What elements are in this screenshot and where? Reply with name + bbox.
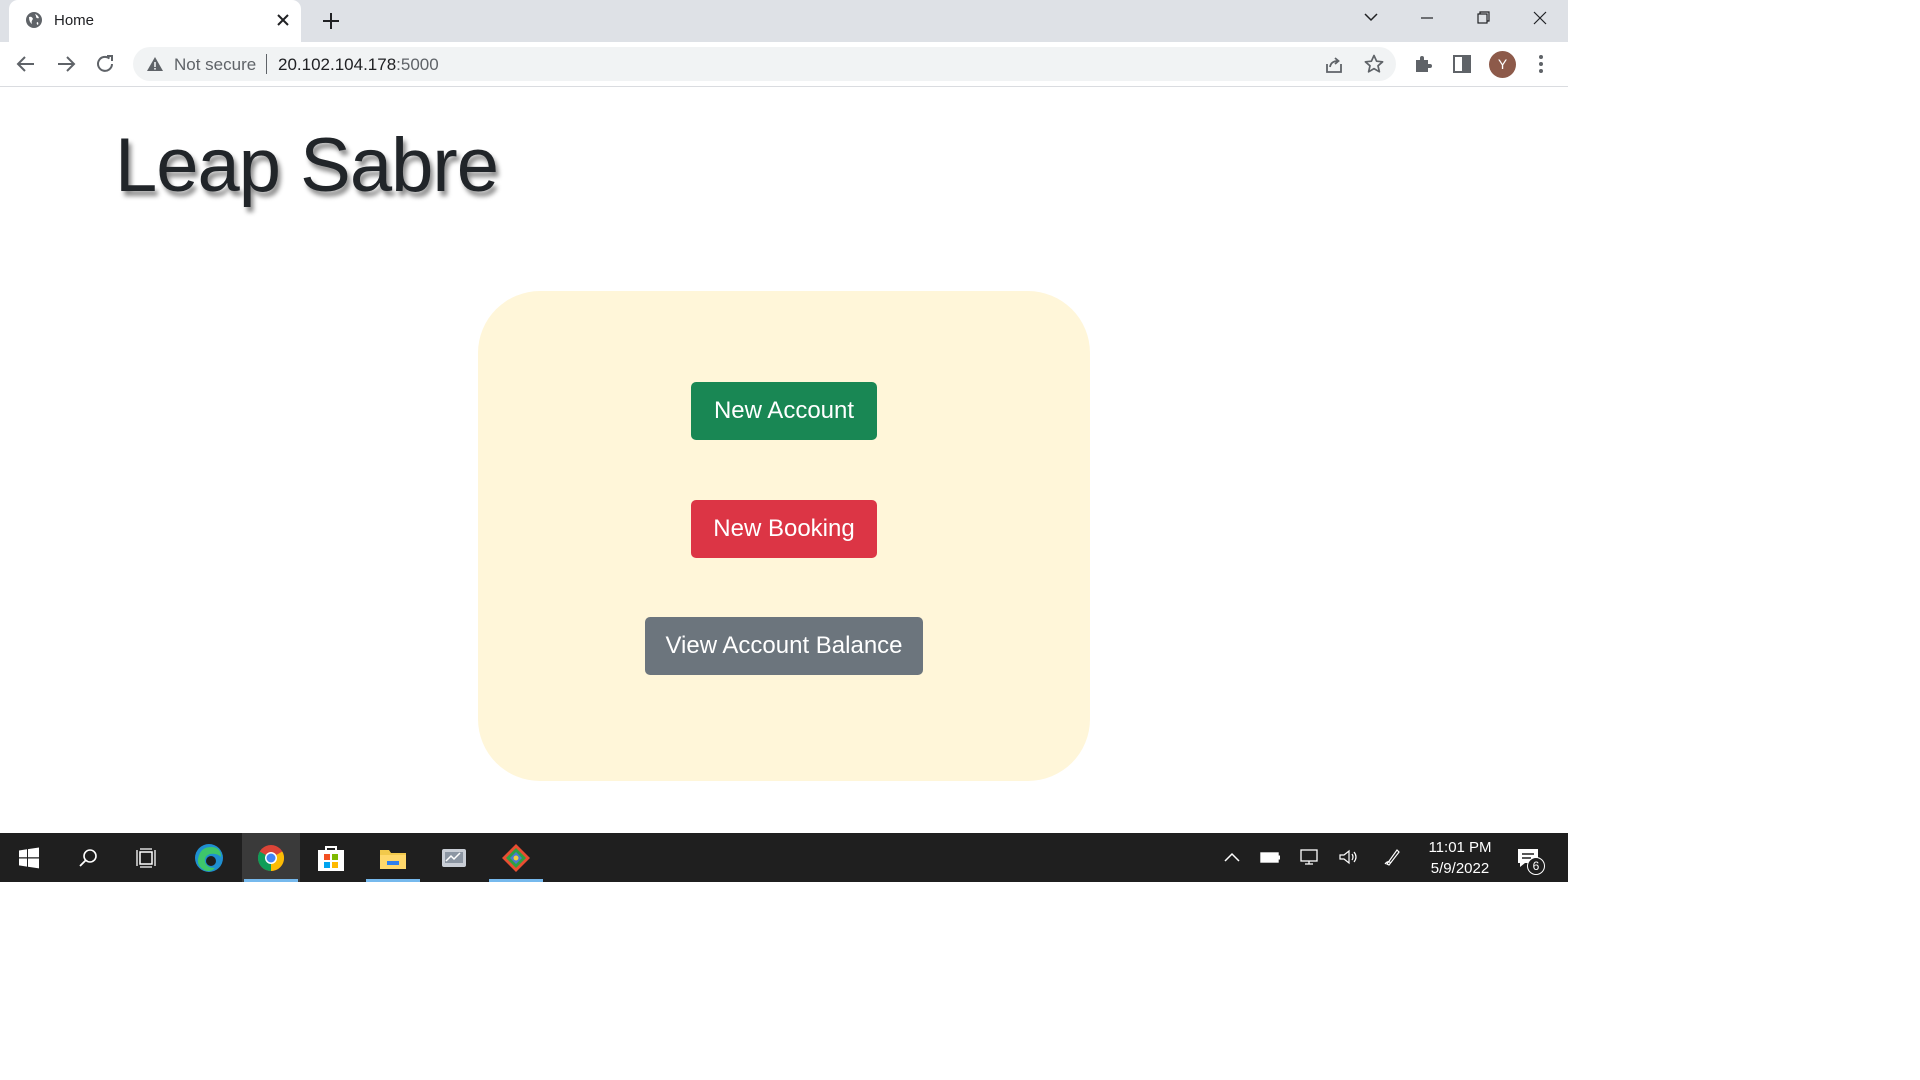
folder-icon	[380, 849, 406, 869]
tab-strip: Home	[0, 0, 1568, 42]
new-tab-icon[interactable]	[320, 10, 342, 32]
browser-tab-home[interactable]: Home	[9, 0, 301, 42]
pen-ink-icon[interactable]	[1382, 847, 1404, 867]
omnibox-divider	[266, 54, 267, 74]
clock-time: 11:01 PM	[1428, 839, 1492, 856]
taskbar-app-git[interactable]	[487, 833, 545, 882]
task-view-icon	[136, 847, 156, 868]
side-panel-icon[interactable]	[1450, 52, 1474, 76]
start-button[interactable]	[0, 833, 58, 882]
browser-toolbar: Not secure 20.102.104.178:5000 Y	[0, 42, 1568, 87]
system-clock[interactable]: 11:01 PM 5/9/2022	[1410, 837, 1510, 879]
page-title: Leap Sabre	[115, 123, 499, 208]
minimize-icon[interactable]	[1413, 7, 1441, 29]
url-text[interactable]: 20.102.104.178:5000	[278, 55, 439, 75]
address-bar[interactable]: Not secure 20.102.104.178:5000	[133, 47, 1396, 81]
volume-icon[interactable]	[1337, 847, 1359, 867]
system-utility-icon	[442, 848, 466, 867]
notification-count-badge: 6	[1527, 857, 1545, 875]
close-window-icon[interactable]	[1526, 7, 1554, 29]
chevron-up-icon[interactable]	[1221, 847, 1243, 867]
store-bag-icon	[318, 845, 344, 871]
reload-icon[interactable]	[93, 52, 117, 76]
restore-icon[interactable]	[1469, 7, 1497, 29]
view-account-balance-button[interactable]: View Account Balance	[645, 617, 923, 675]
windows-taskbar: 11:01 PM 5/9/2022	[0, 833, 1568, 882]
url-host: 20.102.104.178	[278, 55, 397, 74]
actions-panel: New Account New Booking View Account Bal…	[478, 291, 1090, 781]
share-icon[interactable]	[1323, 54, 1345, 76]
back-arrow-icon[interactable]	[14, 52, 38, 76]
taskbar-search-button[interactable]	[59, 833, 117, 882]
edge-browser-icon	[195, 843, 223, 872]
network-icon[interactable]	[1298, 847, 1320, 867]
taskbar-app-utility[interactable]	[425, 833, 483, 882]
taskbar-app-store[interactable]	[302, 833, 360, 882]
search-icon	[79, 848, 97, 867]
extensions-puzzle-icon[interactable]	[1411, 52, 1435, 76]
battery-icon[interactable]	[1259, 847, 1281, 867]
warning-icon[interactable]	[146, 56, 164, 72]
bookmark-star-icon[interactable]	[1363, 53, 1385, 75]
taskbar-app-file-explorer[interactable]	[364, 833, 422, 882]
clock-date: 5/9/2022	[1430, 860, 1490, 877]
windows-logo-icon	[19, 847, 39, 868]
active-app-indicator	[244, 879, 298, 882]
profile-avatar[interactable]: Y	[1489, 51, 1516, 78]
task-view-button[interactable]	[118, 833, 176, 882]
taskbar-app-chrome[interactable]	[242, 833, 300, 882]
tab-search-chevron-icon[interactable]	[1357, 7, 1385, 29]
new-account-button[interactable]: New Account	[691, 382, 877, 440]
running-app-indicator	[366, 879, 420, 882]
tab-title: Home	[54, 12, 95, 29]
chrome-browser-icon	[257, 844, 285, 871]
close-tab-icon[interactable]	[274, 11, 292, 29]
forward-arrow-icon[interactable]	[54, 52, 78, 76]
url-port: :5000	[396, 55, 439, 74]
globe-icon	[26, 12, 42, 28]
new-booking-button[interactable]: New Booking	[691, 500, 877, 558]
taskbar-app-edge[interactable]	[180, 833, 238, 882]
running-app-indicator	[489, 879, 543, 882]
kebab-menu-icon[interactable]	[1529, 52, 1553, 76]
git-diamond-icon	[502, 843, 530, 872]
security-status-label[interactable]: Not secure	[174, 55, 256, 75]
